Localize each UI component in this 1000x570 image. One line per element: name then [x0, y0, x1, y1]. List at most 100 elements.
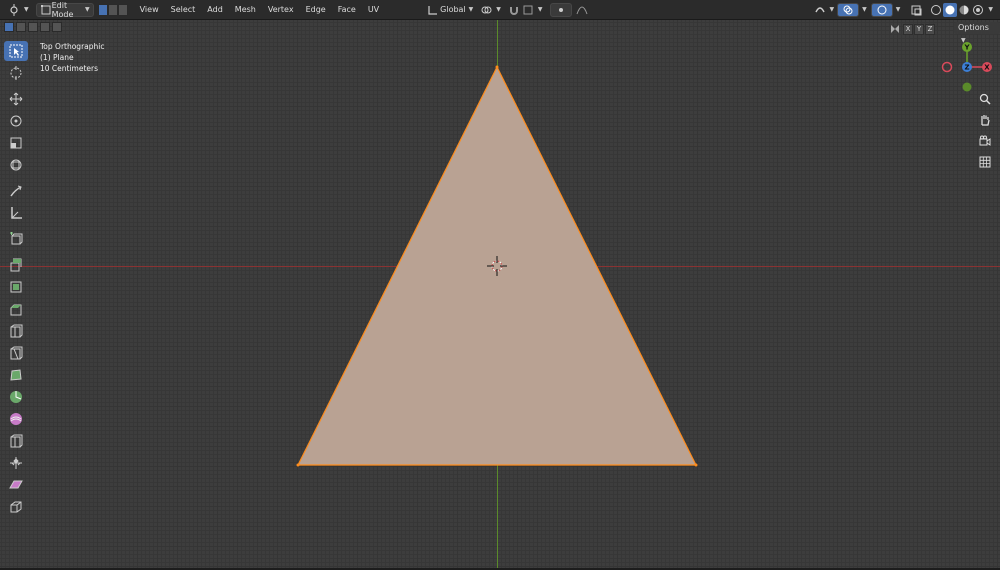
- options-label: Options: [958, 23, 989, 32]
- menu-uv[interactable]: UV: [362, 0, 385, 20]
- tool-transform[interactable]: [4, 155, 28, 175]
- mirror-x-toggle[interactable]: X: [903, 23, 913, 35]
- 3d-cursor-icon[interactable]: [487, 256, 507, 276]
- vertex-select-button[interactable]: [97, 3, 108, 16]
- select-box-icon: [9, 44, 23, 58]
- 3d-viewport-icon: [7, 3, 21, 17]
- butterfly-mirror-icon: [888, 22, 902, 36]
- options-dropdown[interactable]: Options ▼: [954, 22, 1000, 44]
- viewport-header: ▼ Edit Mode ▼ View Select Add Mesh Verte…: [0, 0, 1000, 20]
- menu-add[interactable]: Add: [201, 0, 229, 20]
- zoom-button[interactable]: [976, 90, 994, 108]
- chevron-down-icon: ▼: [468, 6, 474, 13]
- tool-edge-slide[interactable]: [4, 431, 28, 451]
- add-cube-icon: [10, 232, 23, 245]
- mirror-y-toggle[interactable]: Y: [914, 23, 924, 35]
- menu-face[interactable]: Face: [332, 0, 362, 20]
- select-subtract-button[interactable]: [28, 22, 38, 32]
- xray-icon: [909, 3, 923, 17]
- select-invert-button[interactable]: [40, 22, 50, 32]
- tool-measure[interactable]: [4, 203, 28, 223]
- falloff-dropdown[interactable]: [572, 3, 592, 17]
- gizmo-z-label: Z: [964, 64, 969, 72]
- grid-scale-text: 10 Centimeters: [40, 64, 99, 73]
- tool-spin[interactable]: [4, 387, 28, 407]
- viewport-info: Top Orthographic (1) Plane 10 Centimeter…: [40, 41, 104, 74]
- snap-increment-icon[interactable]: [521, 3, 535, 17]
- knife-icon: [10, 346, 23, 360]
- shading-material-icon[interactable]: [957, 3, 971, 17]
- mesh-overlay-toggle[interactable]: [870, 2, 893, 17]
- tool-shrink-fatten[interactable]: [4, 453, 28, 473]
- object-name-text: (1) Plane: [40, 53, 74, 62]
- select-extend-button[interactable]: [16, 22, 26, 32]
- chevron-down-icon[interactable]: ▼: [896, 6, 901, 13]
- chevron-down-icon[interactable]: ▼: [862, 6, 867, 13]
- chevron-down-icon: ▼: [24, 6, 29, 13]
- tool-annotate[interactable]: [4, 181, 28, 201]
- select-new-button[interactable]: [4, 22, 14, 32]
- tool-rotate[interactable]: [4, 111, 28, 131]
- select-intersect-button[interactable]: [52, 22, 62, 32]
- edge-select-button[interactable]: [107, 3, 118, 16]
- tool-move[interactable]: [4, 89, 28, 109]
- mirror-z-toggle[interactable]: Z: [925, 23, 935, 35]
- orientation-icon: [426, 3, 440, 17]
- shading-rendered-icon[interactable]: [971, 3, 985, 17]
- shading-wireframe-icon[interactable]: [929, 3, 943, 17]
- proportional-editing-toggle[interactable]: [549, 2, 572, 17]
- tool-poly-build[interactable]: [4, 365, 28, 385]
- menu-edge[interactable]: Edge: [300, 0, 332, 20]
- orientation-dropdown[interactable]: Global ▼: [423, 3, 476, 17]
- tool-extrude-region[interactable]: [4, 255, 28, 275]
- snap-toggle[interactable]: ▼: [504, 3, 546, 17]
- tool-loop-cut[interactable]: [4, 321, 28, 341]
- inset-faces-icon: [10, 281, 22, 293]
- mesh-vertex[interactable]: [495, 65, 499, 69]
- tool-knife[interactable]: [4, 343, 28, 363]
- tool-select-box[interactable]: [4, 41, 28, 61]
- edit-mode-icon: [40, 3, 52, 17]
- face-select-button[interactable]: [117, 3, 128, 16]
- orientation-label: Global: [440, 5, 466, 14]
- overlay-toggle[interactable]: [837, 2, 860, 17]
- tool-add-cube[interactable]: [4, 229, 28, 249]
- gizmo-toggle[interactable]: ▼: [810, 3, 838, 17]
- mirror-axis-group: X Y Z: [888, 22, 935, 36]
- mode-dropdown[interactable]: Edit Mode ▼: [35, 1, 94, 19]
- tool-scale[interactable]: [4, 133, 28, 153]
- chevron-down-icon: ▼: [829, 6, 835, 13]
- camera-view-button[interactable]: [976, 132, 994, 150]
- edge-slide-icon: [10, 434, 23, 448]
- pivot-dropdown[interactable]: ▼: [476, 3, 504, 17]
- tool-inset-faces[interactable]: [4, 277, 28, 297]
- gizmo-x-label: X: [984, 64, 990, 72]
- triangle-mesh[interactable]: [0, 20, 1000, 568]
- tool-rip-region[interactable]: [4, 497, 28, 517]
- pan-button[interactable]: [976, 111, 994, 129]
- chevron-down-icon[interactable]: ▼: [988, 6, 993, 13]
- bevel-icon: [10, 304, 22, 316]
- move-icon: [9, 92, 23, 106]
- editor-type-button[interactable]: ▼: [4, 3, 32, 17]
- gizmo-icon: [813, 3, 827, 17]
- menu-view[interactable]: View: [134, 0, 165, 20]
- gizmo-neg-y-handle[interactable]: [962, 82, 972, 92]
- menu-vertex[interactable]: Vertex: [262, 0, 300, 20]
- menu-mesh[interactable]: Mesh: [229, 0, 262, 20]
- mesh-vertex[interactable]: [694, 463, 698, 467]
- pan-hand-icon: [981, 115, 990, 126]
- menu-select[interactable]: Select: [165, 0, 202, 20]
- gizmo-neg-x-handle[interactable]: [941, 61, 953, 73]
- falloff-curve-icon: [575, 3, 589, 17]
- xray-toggle[interactable]: [906, 3, 926, 17]
- extrude-region-icon: [10, 258, 22, 272]
- tool-shear[interactable]: [4, 475, 28, 495]
- tool-bevel[interactable]: [4, 299, 28, 319]
- perspective-toggle-button[interactable]: [976, 153, 994, 171]
- mesh-vertex[interactable]: [296, 463, 300, 467]
- tool-smooth[interactable]: [4, 409, 28, 429]
- tool-cursor[interactable]: [4, 63, 28, 83]
- shading-solid-icon[interactable]: [943, 2, 958, 17]
- 3d-viewport[interactable]: X Y Z Options ▼ Top Orthographic (1) Pla…: [0, 20, 1000, 568]
